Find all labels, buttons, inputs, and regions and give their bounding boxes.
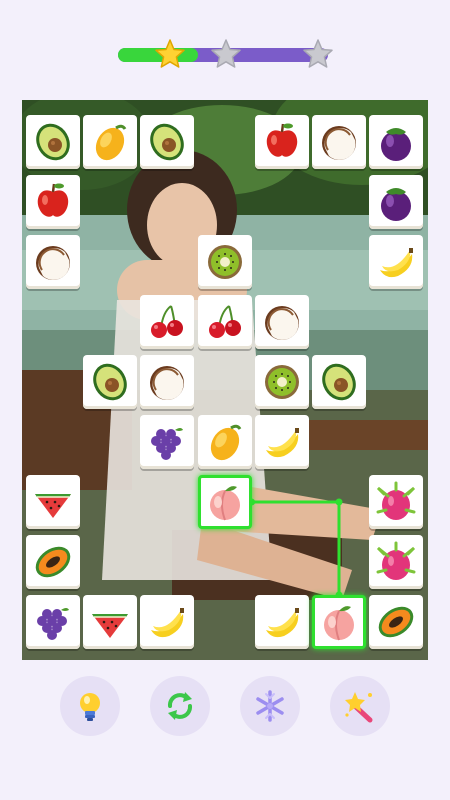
avocado-icon xyxy=(150,123,185,161)
tile-papaya[interactable] xyxy=(26,535,80,589)
watermelon-icon xyxy=(92,614,129,638)
level-progress-bar xyxy=(118,39,333,68)
star-2-icon xyxy=(210,38,242,70)
tile-mango[interactable] xyxy=(197,415,252,469)
tile-dragonfruit[interactable] xyxy=(369,475,424,529)
dragonfruit-icon xyxy=(376,481,416,520)
tile-coconut[interactable] xyxy=(26,235,80,289)
tile-apple[interactable] xyxy=(254,115,309,169)
papaya-icon xyxy=(378,606,414,638)
tile-banana[interactable] xyxy=(140,595,195,649)
peach-icon xyxy=(209,486,240,521)
banana-icon xyxy=(265,608,299,638)
tile-dragonfruit[interactable] xyxy=(369,535,424,589)
tile-banana[interactable] xyxy=(369,235,424,289)
mango-icon xyxy=(96,124,127,161)
banana-icon xyxy=(265,428,299,458)
tile-cherries[interactable] xyxy=(197,295,252,349)
tile-avocado[interactable] xyxy=(26,115,80,169)
tile-kiwi[interactable] xyxy=(254,355,309,409)
game-board xyxy=(22,100,428,660)
banana-icon xyxy=(380,248,414,278)
apple-icon xyxy=(37,183,69,217)
tile-peach[interactable] xyxy=(312,595,366,649)
tile-grapes[interactable] xyxy=(140,415,195,469)
tile-avocado[interactable] xyxy=(140,115,195,169)
star-3-icon xyxy=(302,38,334,70)
tile-watermelon[interactable] xyxy=(83,595,138,649)
peach-icon xyxy=(324,606,354,641)
tile-coconut[interactable] xyxy=(312,115,366,169)
tile-mangosteen[interactable] xyxy=(369,115,424,169)
tile-banana[interactable] xyxy=(254,595,309,649)
grapes-icon xyxy=(151,428,184,460)
cherries-icon xyxy=(151,305,184,338)
cherries-icon xyxy=(208,305,241,338)
avocado-icon xyxy=(322,363,356,401)
tile-avocado[interactable] xyxy=(83,355,138,409)
banana-icon xyxy=(151,608,185,638)
freeze-button[interactable] xyxy=(240,676,300,736)
mangosteen-icon xyxy=(381,128,412,161)
kiwi-icon xyxy=(207,245,242,279)
tile-cherries[interactable] xyxy=(140,295,195,349)
avocado-icon xyxy=(93,363,127,401)
snowflake-icon xyxy=(256,690,284,722)
watermelon-icon xyxy=(35,494,71,518)
kiwi-icon xyxy=(264,365,299,399)
tile-avocado[interactable] xyxy=(312,355,366,409)
tile-coconut[interactable] xyxy=(140,355,195,409)
tile-mangosteen[interactable] xyxy=(369,175,424,229)
dragonfruit-icon xyxy=(376,541,416,580)
coconut-icon xyxy=(264,306,299,340)
tile-coconut[interactable] xyxy=(254,295,309,349)
shuffle-icon xyxy=(167,692,193,720)
coconut-icon xyxy=(150,366,185,400)
papaya-icon xyxy=(35,546,71,578)
apple-icon xyxy=(266,123,298,157)
tile-kiwi[interactable] xyxy=(197,235,252,289)
mangosteen-icon xyxy=(381,188,412,221)
tile-papaya[interactable] xyxy=(369,595,424,649)
mango-icon xyxy=(210,424,241,461)
lightbulb-icon xyxy=(80,693,100,721)
tile-banana[interactable] xyxy=(254,415,309,469)
shuffle-button[interactable] xyxy=(150,676,210,736)
magic-wand-icon xyxy=(345,692,373,723)
coconut-icon xyxy=(36,246,70,280)
star-1-icon xyxy=(154,38,186,70)
tile-watermelon[interactable] xyxy=(26,475,80,529)
avocado-icon xyxy=(36,123,70,161)
hint-button[interactable] xyxy=(60,676,120,736)
tile-mango[interactable] xyxy=(83,115,138,169)
tile-apple[interactable] xyxy=(26,175,80,229)
coconut-icon xyxy=(322,126,356,160)
tile-grapes[interactable] xyxy=(26,595,80,649)
grapes-icon xyxy=(37,608,69,640)
magic-wand-button[interactable] xyxy=(330,676,390,736)
tile-peach[interactable] xyxy=(197,475,252,529)
